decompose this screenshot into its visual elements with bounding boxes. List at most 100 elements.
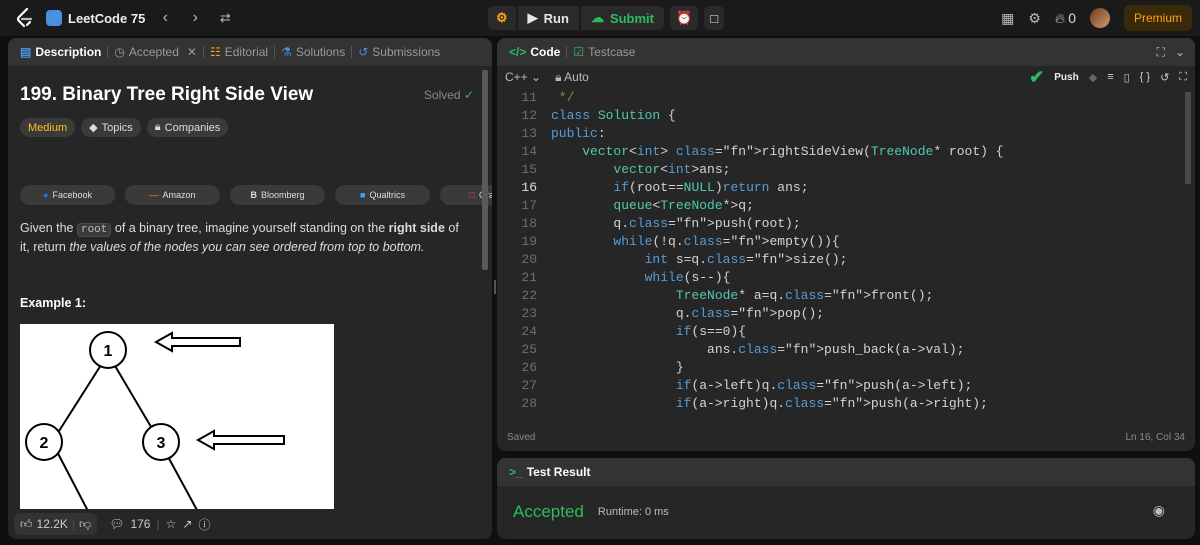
tab-accepted[interactable]: ◷ Accepted ✕ (108, 38, 203, 66)
run-button[interactable]: ▶ Run (517, 6, 579, 30)
code-line[interactable]: 23 q.class="fn">pop(); (497, 304, 1183, 322)
tab-test-result[interactable]: >_ Test Result (503, 458, 596, 486)
panel-resize-handle[interactable] (494, 280, 496, 294)
line-text[interactable]: if(s==0){ (537, 324, 746, 339)
line-number: 11 (521, 89, 537, 105)
code-line[interactable]: 22 TreeNode* a=q.class="fn">front(); (497, 286, 1183, 304)
auto-mode[interactable]: 🔒︎ Auto (555, 70, 589, 85)
line-text[interactable]: int s=q.class="fn">size(); (537, 252, 848, 267)
line-text[interactable]: q.class="fn">pop(); (537, 306, 824, 321)
line-text[interactable]: q.class="fn">push(root); (537, 216, 800, 231)
code-line[interactable]: 12 class Solution { (497, 106, 1183, 124)
line-text[interactable]: } (537, 360, 684, 375)
line-text[interactable]: if(root==NULL)return ans; (537, 180, 808, 195)
thumbs-down-icon[interactable]: 👎︎ (79, 517, 91, 532)
like-button[interactable]: 👍︎ 12.2K | 👎︎ (14, 513, 98, 535)
tab-submissions[interactable]: ↺ Submissions (352, 38, 446, 66)
code-line[interactable]: 27 if(a->left)q.class="fn">push(a->left)… (497, 376, 1183, 394)
auto-label: Auto (564, 69, 589, 84)
code-line[interactable]: 19 while(!q.class="fn">empty()){ (497, 232, 1183, 250)
streak-flame-icon[interactable]: 🔥︎ 0 (1055, 10, 1076, 27)
line-text[interactable]: while(!q.class="fn">empty()){ (537, 234, 839, 249)
scrollbar-thumb[interactable] (482, 70, 488, 270)
tab-code[interactable]: </> Code (503, 38, 566, 66)
tab-solutions[interactable]: ⚗ Solutions (275, 38, 351, 66)
git-icon[interactable]: ◆ (1089, 71, 1097, 84)
scrollbar-thumb[interactable] (1185, 92, 1191, 184)
fullscreen-icon[interactable]: ⛶ (1179, 71, 1187, 84)
editor-scrollbar[interactable] (1184, 88, 1192, 406)
line-text[interactable]: class Solution { (537, 108, 676, 123)
code-line[interactable]: 24 if(s==0){ (497, 322, 1183, 340)
line-text[interactable]: while(s--){ (537, 270, 731, 285)
reset-icon[interactable]: ↺ (1160, 71, 1169, 84)
share-icon[interactable]: ↗ (182, 517, 192, 531)
comment-count[interactable]: 176 (130, 517, 150, 531)
line-number: 27 (521, 377, 537, 393)
problem-title[interactable]: 199. Binary Tree Right Side View (20, 84, 313, 106)
line-text[interactable]: vector<int> class="fn">rightSideView(Tre… (537, 144, 1003, 159)
code-line[interactable]: 11 */ (497, 88, 1183, 106)
maximize-icon[interactable]: ⛶ (1157, 45, 1165, 60)
code-line[interactable]: 25 ans.class="fn">push_back(a->val); (497, 340, 1183, 358)
line-text[interactable]: ans.class="fn">push_back(a->val); (537, 342, 964, 357)
submit-button[interactable]: ☁ Submit (580, 6, 664, 30)
line-text[interactable]: public: (537, 126, 606, 141)
user-avatar[interactable] (1089, 8, 1110, 28)
code-editor[interactable]: 11 */12 class Solution {13 public: 14 vecto… (497, 88, 1183, 418)
layout-grid-icon[interactable]: ▦ (1001, 10, 1014, 27)
tab-testcase[interactable]: ☑ Testcase (567, 38, 641, 66)
leetcode-logo-icon[interactable] (14, 7, 36, 29)
bookmark-icon[interactable]: ▯ (1124, 71, 1130, 84)
timer-button[interactable]: ⏰ (670, 6, 699, 30)
topics-button[interactable]: ◆ Topics (81, 118, 141, 137)
history-icon: ◷ (114, 45, 125, 59)
eye-icon[interactable]: ◉ (1153, 502, 1165, 519)
code-line[interactable]: 20 int s=q.class="fn">size(); (497, 250, 1183, 268)
line-text[interactable]: if(a->right)q.class="fn">push(a->right); (537, 396, 988, 411)
comment-icon[interactable]: 💬︎ (109, 517, 124, 531)
alarm-icon: ⏰ (676, 10, 693, 25)
push-button[interactable]: Push (1054, 72, 1078, 83)
company-tag-facebook[interactable]: ● Facebook (20, 185, 115, 205)
code-line[interactable]: 21 while(s--){ (497, 268, 1183, 286)
company-name: Bloomberg (260, 190, 305, 200)
code-line[interactable]: 15 vector<int>ans; (497, 160, 1183, 178)
company-tag-qualtrics[interactable]: ■ Qualtrics (335, 185, 430, 205)
braces-icon[interactable]: { } (1140, 71, 1150, 83)
shuffle-icon[interactable]: ⇄ (215, 10, 235, 26)
premium-button[interactable]: Premium (1123, 5, 1192, 31)
notes-button[interactable]: □ (704, 6, 725, 30)
code-line[interactable]: 13 public: (497, 124, 1183, 142)
tab-description[interactable]: ▤ Description (14, 38, 107, 66)
code-line[interactable]: 16 if(root==NULL)return ans; (497, 178, 1183, 196)
line-text[interactable]: TreeNode* a=q.class="fn">front(); (537, 288, 933, 303)
code-line[interactable]: 18 q.class="fn">push(root); (497, 214, 1183, 232)
company-tag-bloomberg[interactable]: B Bloomberg (230, 185, 325, 205)
line-text[interactable]: if(a->left)q.class="fn">push(a->left); (537, 378, 972, 393)
code-line[interactable]: 17 queue<TreeNode*>q; (497, 196, 1183, 214)
solved-label: Solved (423, 88, 461, 102)
description-scrollbar[interactable] (480, 66, 490, 510)
companies-button[interactable]: 🔒︎ Companies (146, 118, 229, 137)
language-select[interactable]: C++ ⌄ (505, 70, 541, 84)
help-icon[interactable]: ⓘ (198, 516, 210, 533)
next-problem-button[interactable]: › (185, 9, 205, 27)
example-heading: Example 1: (20, 296, 87, 310)
settings-gear-icon[interactable]: ⚙ (1028, 10, 1041, 27)
star-icon[interactable]: ☆ (166, 517, 177, 531)
line-text[interactable]: queue<TreeNode*>q; (537, 198, 753, 213)
code-line[interactable]: 28 if(a->right)q.class="fn">push(a->righ… (497, 394, 1183, 412)
company-tag-amazon[interactable]: — Amazon (125, 185, 220, 205)
prev-problem-button[interactable]: ‹ (155, 9, 175, 27)
tab-editorial[interactable]: ☷ Editorial (204, 38, 274, 66)
close-tab-icon[interactable]: ✕ (187, 45, 197, 59)
debug-button[interactable]: ⚙ (488, 6, 516, 30)
code-line[interactable]: 14 vector<int> class="fn">rightSideView(… (497, 142, 1183, 160)
line-text[interactable]: */ (537, 90, 575, 105)
line-text[interactable]: vector<int>ans; (537, 162, 730, 177)
code-line[interactable]: 26 } (497, 358, 1183, 376)
collapse-icon[interactable]: ⌄ (1175, 45, 1185, 59)
problem-list-button[interactable]: LeetCode 75 (46, 10, 145, 26)
format-icon[interactable]: ≡ (1107, 71, 1113, 83)
